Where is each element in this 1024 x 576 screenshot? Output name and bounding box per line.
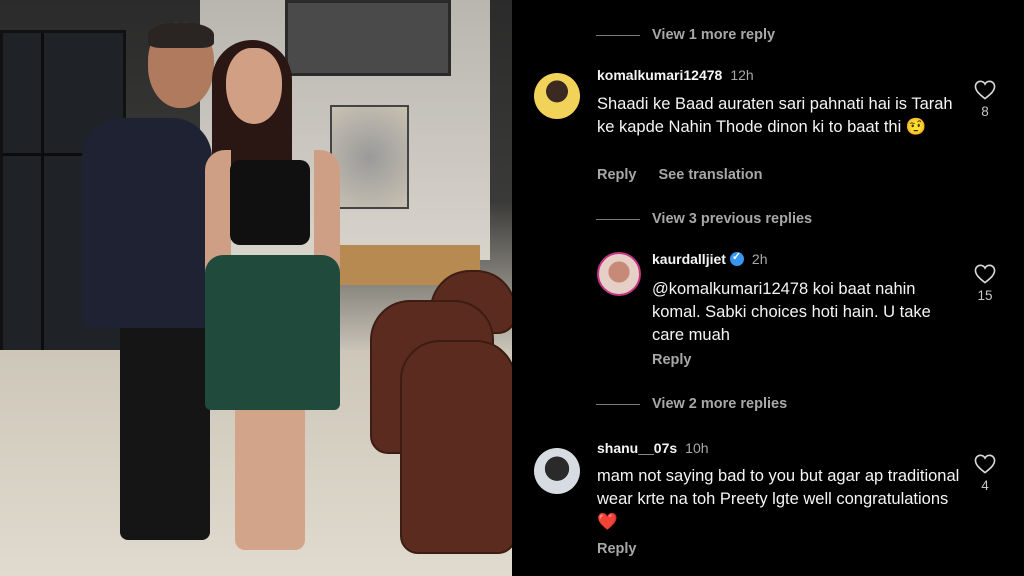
view-more-label: View 1 more reply [652,27,776,43]
timestamp: 2h [751,251,768,267]
avatar[interactable] [534,73,580,119]
reply-button[interactable]: Reply [597,167,637,183]
comment-username[interactable]: komalkumari12478 12h [597,67,754,83]
reply-button[interactable]: Reply [652,352,692,368]
reply-button[interactable]: Reply [597,541,637,557]
like-count: 4 [981,478,989,493]
photo-woman-head [226,48,282,124]
heart-outline-icon[interactable] [974,264,996,284]
username-text[interactable]: komalkumari12478 [597,67,722,83]
like-count: 8 [981,104,989,119]
view-more-label: View 2 more replies [652,396,788,412]
comment-username[interactable]: kaurdalljiet 2h [652,250,768,267]
photo-mirror [285,0,451,76]
photo-woman-skirt [205,255,340,410]
photo-man-head [148,22,214,108]
photo-chair [400,340,512,554]
post-photo [0,0,512,576]
username-text[interactable]: shanu__07s [597,440,677,456]
like-button[interactable]: 8 [970,80,1000,119]
photo-wall-art [330,105,409,209]
timestamp: 12h [730,67,754,83]
comment-actions: Reply [597,541,637,557]
comment-text: Shaadi ke Baad auraten sari pahnati hai … [597,95,953,136]
divider-line [596,403,640,405]
see-translation-button[interactable]: See translation [659,167,763,183]
avatar[interactable] [534,448,580,494]
avatar[interactable] [597,252,641,296]
photo-man-legs [120,320,210,540]
comment-username[interactable]: shanu__07s 10h [597,440,709,456]
like-button[interactable]: 15 [970,264,1000,303]
like-button[interactable]: 4 [970,454,1000,493]
comment-text: mam not saying bad to you but agar ap tr… [597,465,962,534]
comment-text: @komalkumari12478 koi baat nahin komal. … [652,280,931,344]
username-text[interactable]: kaurdalljiet [652,251,726,267]
heart-outline-icon[interactable] [974,80,996,100]
photo-woman-legs [235,400,305,550]
like-count: 15 [977,288,993,303]
photo-man-torso [82,118,212,328]
view-more-replies-button[interactable]: View 2 more replies [596,396,787,412]
comment-actions: Reply See translation [597,167,762,183]
view-more-replies-button[interactable]: View 1 more reply [596,27,775,43]
comment-actions: Reply [652,352,692,368]
heart-outline-icon[interactable] [974,454,996,474]
divider-line [596,34,640,36]
comment-text-content: mam not saying bad to you but agar ap tr… [597,467,960,508]
photo-woman-top [230,160,310,245]
divider-line [596,218,640,220]
timestamp: 10h [685,440,709,456]
heart-emoji-icon: ❤️ [597,513,618,531]
view-previous-replies-button[interactable]: View 3 previous replies [596,211,812,227]
view-more-label: View 3 previous replies [652,211,813,227]
verified-badge-icon [729,250,744,266]
